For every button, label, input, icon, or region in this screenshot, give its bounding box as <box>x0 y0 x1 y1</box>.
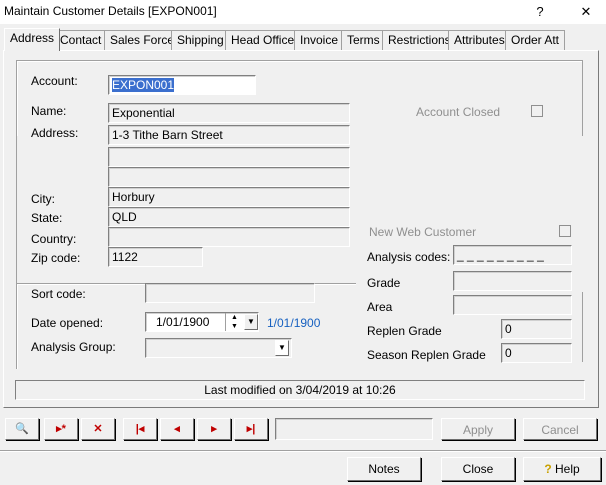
city-label: City: <box>31 192 55 206</box>
tab-attributes[interactable]: Attributes <box>448 30 511 50</box>
country-field[interactable] <box>108 227 350 247</box>
season-replen-grade-label: Season Replen Grade <box>367 348 486 362</box>
spinner-down-icon[interactable]: ▼ <box>226 322 243 331</box>
address-line-3[interactable] <box>108 167 350 187</box>
sort-code-label: Sort code: <box>31 287 86 301</box>
new-web-customer-checkbox[interactable] <box>559 225 571 237</box>
date-opened-display: 1/01/1900 <box>267 316 321 330</box>
next-record-icon[interactable]: ▸ <box>197 418 231 440</box>
analysis-codes-field[interactable]: _ _ _ _ _ _ _ _ _ <box>453 245 572 265</box>
country-label: Country: <box>31 232 77 246</box>
cancel-button[interactable]: Cancel <box>523 418 597 440</box>
close-icon[interactable]: ✕ <box>566 0 606 24</box>
state-label: State: <box>31 211 63 225</box>
spinner-up-icon[interactable]: ▲ <box>226 313 243 322</box>
analysis-codes-label: Analysis codes: <box>367 250 451 264</box>
date-dropdown-arrow-icon[interactable]: ▼ <box>244 314 258 330</box>
help-icon[interactable]: ? <box>520 0 560 24</box>
footer-separator <box>0 450 606 452</box>
area-label: Area <box>367 300 393 314</box>
grade-field[interactable] <box>453 271 572 291</box>
tab-shipping[interactable]: Shipping <box>171 30 230 50</box>
previous-record-icon[interactable]: ◂ <box>160 418 194 440</box>
analysis-group-label: Analysis Group: <box>31 340 116 354</box>
city-field[interactable]: Horbury <box>108 187 350 207</box>
tab-restrictions[interactable]: Restrictions <box>382 30 457 50</box>
area-field[interactable] <box>453 295 572 315</box>
state-field[interactable]: QLD <box>108 207 350 227</box>
date-opened-value: 1/01/1900 <box>156 315 210 329</box>
account-field[interactable]: EXPON001 <box>108 75 256 95</box>
season-replen-grade-field[interactable]: 0 <box>501 343 572 363</box>
notes-button[interactable]: Notes <box>347 457 421 481</box>
analysis-group-arrow-icon[interactable]: ▼ <box>275 340 289 356</box>
tab-address[interactable]: Address <box>4 28 61 51</box>
date-opened-label: Date opened: <box>31 316 104 330</box>
tab-terms[interactable]: Terms <box>341 30 386 50</box>
help-button-label: Help <box>555 462 580 476</box>
help-button[interactable]: ? Help <box>523 457 601 481</box>
address-label: Address: <box>31 126 79 140</box>
last-record-icon[interactable]: ▸| <box>234 418 268 440</box>
name-field[interactable]: Exponential <box>108 103 350 123</box>
help-key-icon: ? <box>544 462 552 476</box>
account-closed-label: Account Closed <box>416 105 501 119</box>
analysis-group-select[interactable] <box>145 338 292 358</box>
address-line-2[interactable] <box>108 147 350 167</box>
zip-code-field[interactable]: 1122 <box>108 247 203 267</box>
account-label: Account: <box>31 74 78 88</box>
name-label: Name: <box>31 104 67 118</box>
window-title: Maintain Customer Details [EXPON001] <box>4 4 217 18</box>
replen-grade-field[interactable]: 0 <box>501 319 572 339</box>
new-record-icon[interactable]: ▸* <box>44 418 78 440</box>
right-group-line <box>582 292 583 362</box>
replen-grade-label: Replen Grade <box>367 324 442 338</box>
sort-code-field[interactable] <box>145 283 315 303</box>
address-line-1[interactable]: 1-3 Tithe Barn Street <box>108 125 350 145</box>
tab-contact[interactable]: Contact <box>54 30 108 50</box>
tab-head-office[interactable]: Head Office <box>225 30 301 50</box>
first-record-icon[interactable]: |◂ <box>123 418 157 440</box>
zip-code-label: Zip code: <box>31 251 81 265</box>
new-web-customer-label: New Web Customer <box>369 225 477 239</box>
account-value: EXPON001 <box>112 78 175 92</box>
tab-sales-force[interactable]: Sales Force <box>104 30 181 50</box>
apply-button[interactable]: Apply <box>441 418 515 440</box>
find-binoculars-icon[interactable]: 🔍 <box>5 418 39 440</box>
grade-label: Grade <box>367 276 401 290</box>
delete-record-icon[interactable]: ✕ <box>81 418 115 440</box>
record-info-field <box>275 418 433 440</box>
last-modified-status: Last modified on 3/04/2019 at 10:26 <box>15 380 585 400</box>
close-button[interactable]: Close <box>441 457 515 481</box>
date-spinner[interactable]: ▲ ▼ <box>225 313 243 331</box>
left-group-line <box>16 136 17 284</box>
account-closed-checkbox[interactable] <box>531 105 543 117</box>
tab-order-att[interactable]: Order Att <box>505 30 566 50</box>
tab-invoice[interactable]: Invoice <box>294 30 345 50</box>
